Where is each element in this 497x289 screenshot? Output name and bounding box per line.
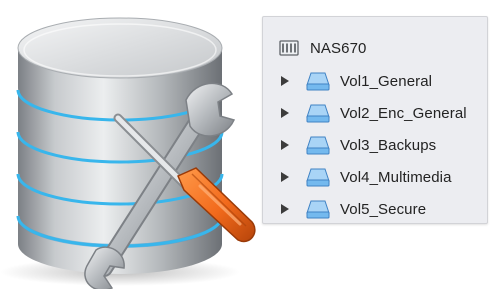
disclosure-triangle-icon[interactable]	[281, 204, 289, 214]
tree-item-vol4[interactable]: Vol4_Multimedia	[281, 162, 485, 192]
drive-icon	[306, 200, 330, 219]
server-icon	[279, 40, 299, 56]
disclosure-triangle-icon[interactable]	[281, 172, 289, 182]
tree-item-vol3[interactable]: Vol3_Backups	[281, 130, 485, 160]
disclosure-triangle-icon[interactable]	[281, 108, 289, 118]
tree-root-nas670[interactable]: NAS670	[279, 36, 366, 60]
tree-item-vol5[interactable]: Vol5_Secure	[281, 194, 485, 224]
drive-icon	[306, 104, 330, 123]
tree-item-vol1[interactable]: Vol1_General	[281, 66, 485, 96]
volume-tree-panel: NAS670 Vol1_General Vol2_Enc_General Vol…	[262, 16, 488, 224]
tree-root-label: NAS670	[310, 39, 367, 57]
tree-item-label: Vol5_Secure	[340, 200, 427, 218]
disclosure-triangle-icon[interactable]	[281, 76, 289, 86]
tree-item-label: Vol2_Enc_General	[340, 104, 467, 122]
disclosure-triangle-icon[interactable]	[281, 140, 289, 150]
database-tools-illustration	[0, 17, 256, 289]
drive-icon	[306, 72, 330, 91]
tree-item-label: Vol1_General	[340, 72, 433, 90]
tree-item-label: Vol3_Backups	[340, 136, 437, 154]
tree-item-vol2[interactable]: Vol2_Enc_General	[281, 98, 485, 128]
drive-icon	[306, 136, 330, 155]
tree-item-label: Vol4_Multimedia	[340, 168, 452, 186]
drive-icon	[306, 168, 330, 187]
